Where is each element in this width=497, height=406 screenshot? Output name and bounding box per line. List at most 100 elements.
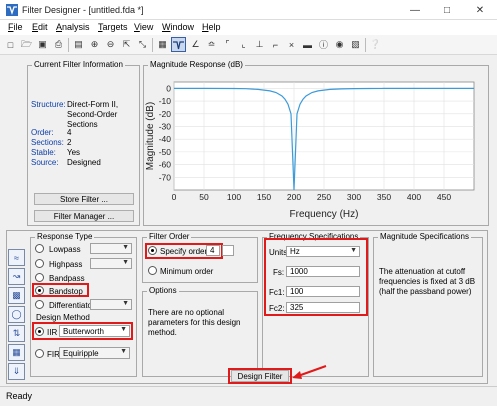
- help-icon[interactable]: ❔: [368, 37, 383, 52]
- structure-label: Structure:: [31, 100, 66, 109]
- menu-window[interactable]: Window: [162, 22, 194, 32]
- legend-icon[interactable]: ▧: [348, 37, 363, 52]
- zoom-in-icon[interactable]: ⊕: [87, 37, 102, 52]
- menu-help[interactable]: Help: [202, 22, 221, 32]
- pan-icon[interactable]: ▦: [155, 37, 170, 52]
- pole-zero-icon[interactable]: ×: [284, 37, 299, 52]
- order-input[interactable]: 4: [206, 245, 220, 256]
- panel-title: Magnitude Specifications: [378, 232, 471, 241]
- close-button[interactable]: ✕: [465, 0, 495, 20]
- menu-edit[interactable]: Edit: [32, 22, 48, 32]
- fc1-input[interactable]: 100: [286, 286, 360, 297]
- bandpass-radio[interactable]: [35, 273, 44, 282]
- panel-title: Current Filter Information: [32, 60, 125, 69]
- x-tick-label: 50: [199, 192, 209, 202]
- menu-analysis[interactable]: Analysis: [56, 22, 90, 32]
- cost-icon[interactable]: ◉: [332, 37, 347, 52]
- title-bar: Filter Designer - [untitled.fda *] — □ ✕: [0, 0, 497, 20]
- order-input-extra[interactable]: [222, 245, 234, 256]
- units-value: Hz: [290, 247, 300, 256]
- arrow-annotation-icon: [292, 365, 327, 379]
- fir-radio[interactable]: [35, 349, 44, 358]
- panel-title: Magnitude Response (dB): [148, 60, 245, 69]
- panel-title: Response Type: [35, 232, 95, 241]
- specify-order-radio[interactable]: [148, 246, 157, 255]
- minimize-button[interactable]: —: [400, 0, 430, 20]
- iir-radio[interactable]: [35, 327, 44, 336]
- status-text: Ready: [6, 391, 33, 401]
- menu-targets[interactable]: Targets: [98, 22, 128, 32]
- bandstop-radio[interactable]: [35, 286, 44, 295]
- multirate-icon[interactable]: ⇅: [8, 325, 25, 342]
- magnitude-specs-panel: Magnitude Specifications: [373, 232, 483, 377]
- magnitude-icon[interactable]: [171, 37, 186, 52]
- realize-model-icon[interactable]: ▩: [8, 287, 25, 304]
- phase-icon[interactable]: ∠: [188, 37, 203, 52]
- print-preview-icon[interactable]: ▤: [71, 37, 86, 52]
- y-tick-label: -10: [159, 96, 172, 106]
- fir-method-value: Equiripple: [63, 348, 99, 358]
- source-label: Source:: [31, 158, 59, 167]
- highpass-label: Highpass: [49, 260, 83, 269]
- specify-order-label: Specify order:: [160, 247, 210, 256]
- coefficients-icon[interactable]: ▬: [300, 37, 315, 52]
- print-icon[interactable]: ⎙: [51, 37, 66, 52]
- design-method-title: Design Method: [34, 313, 92, 322]
- y-tick-label: -50: [159, 147, 172, 157]
- mag-phase-icon[interactable]: ≏: [204, 37, 219, 52]
- new-icon[interactable]: □: [3, 37, 18, 52]
- status-bar: Ready: [0, 386, 497, 406]
- fc2-label: Fc2:: [269, 304, 285, 313]
- menu-bar: File Edit Analysis Targets View Window H…: [0, 20, 497, 35]
- fs-label: Fs:: [273, 268, 285, 277]
- step-icon[interactable]: ⌐: [268, 37, 283, 52]
- iir-method-select[interactable]: Butterworth ▼: [59, 325, 130, 337]
- fir-label: FIR: [47, 350, 60, 359]
- store-filter-button[interactable]: Store Filter ...: [34, 193, 134, 205]
- info-icon[interactable]: ⓘ: [316, 37, 331, 52]
- fc2-input[interactable]: 325: [286, 302, 360, 313]
- minimum-order-radio[interactable]: [148, 266, 157, 275]
- save-icon[interactable]: ▣: [35, 37, 50, 52]
- bandstop-label: Bandstop: [49, 287, 83, 296]
- phase-delay-icon[interactable]: ⌞: [236, 37, 251, 52]
- highpass-radio[interactable]: [35, 259, 44, 268]
- filter-manager-button[interactable]: Filter Manager ...: [34, 210, 134, 222]
- lowpass-radio[interactable]: [35, 244, 44, 253]
- maximize-button[interactable]: □: [432, 0, 462, 20]
- units-select[interactable]: Hz ▼: [286, 246, 360, 257]
- panel-title: Filter Order: [147, 232, 192, 241]
- zoom-fit-icon[interactable]: ⇱: [119, 37, 134, 52]
- x-tick-label: 200: [287, 192, 301, 202]
- x-tick-label: 0: [172, 192, 177, 202]
- transform-icon[interactable]: ↝: [8, 268, 25, 285]
- fs-input[interactable]: 1000: [286, 266, 360, 277]
- group-delay-icon[interactable]: ⌜: [220, 37, 235, 52]
- stable-label: Stable:: [31, 148, 56, 157]
- quantization-icon[interactable]: ▦: [8, 344, 25, 361]
- full-view-icon[interactable]: ⤡: [135, 37, 150, 52]
- differentiator-radio[interactable]: [35, 300, 44, 309]
- y-tick-label: -40: [159, 134, 172, 144]
- impulse-icon[interactable]: ⊥: [252, 37, 267, 52]
- x-tick-label: 100: [227, 192, 241, 202]
- filter-design-icon[interactable]: ≈: [8, 249, 25, 266]
- order-label: Order:: [31, 128, 54, 137]
- magnitude-chart[interactable]: 0 50 100 150 200 250 300 350 400 450 0 -10 -20 -30 -40…: [144, 72, 488, 225]
- zoom-out-icon[interactable]: ⊖: [103, 37, 118, 52]
- menu-file[interactable]: File: [8, 22, 23, 32]
- order-value: 4: [67, 128, 72, 137]
- sections-value: 2: [67, 138, 72, 147]
- fir-method-select: Equiripple ▼: [59, 347, 130, 359]
- fc1-label: Fc1:: [269, 288, 285, 297]
- menu-view[interactable]: View: [134, 22, 153, 32]
- import-icon[interactable]: ⇓: [8, 363, 25, 380]
- design-filter-button[interactable]: Design Filter: [231, 370, 289, 382]
- open-icon[interactable]: 🗁: [19, 37, 34, 52]
- iir-label: IIR: [47, 328, 58, 337]
- pole-zero-editor-icon[interactable]: ◯: [8, 306, 25, 323]
- x-tick-label: 250: [317, 192, 331, 202]
- options-text: There are no optional parameters for thi…: [148, 308, 241, 337]
- x-tick-label: 400: [407, 192, 421, 202]
- y-axis-label: Magnitude (dB): [145, 102, 156, 170]
